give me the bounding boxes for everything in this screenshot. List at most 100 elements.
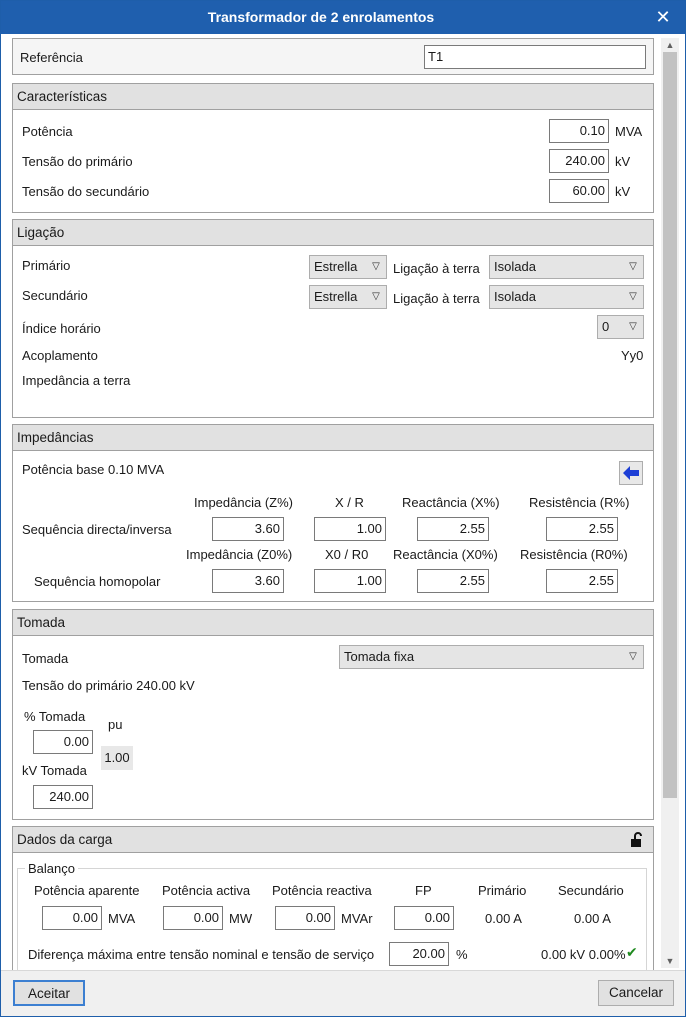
scroll-up-icon[interactable]: ▲ (661, 38, 679, 52)
accept-button[interactable]: Aceitar (13, 980, 85, 1006)
chevron-down-icon: ▽ (629, 261, 637, 272)
load-header[interactable]: Dados da carga (13, 827, 653, 853)
tap-percent-label: % Tomada (24, 709, 86, 724)
secondary-voltage-unit: kV (615, 184, 631, 199)
balance-label: Balanço (25, 861, 78, 876)
primary-connection-select[interactable]: Estrella ▽ (309, 255, 387, 279)
vertical-scrollbar[interactable]: ▲ ▼ (661, 38, 679, 968)
positive-xr-input[interactable]: 1.00 (314, 517, 386, 541)
reference-panel: Referência T1 (12, 38, 654, 75)
chevron-down-icon: ▽ (372, 291, 380, 302)
primary-label: Primário (22, 258, 71, 273)
zero-header-xr: X0 / R0 (325, 547, 369, 562)
reference-input[interactable]: T1 (424, 45, 646, 69)
tap-kv-label: kV Tomada (22, 763, 87, 778)
pos-header-r: Resistência (R%) (529, 495, 630, 510)
primary-voltage-input[interactable]: 240.00 (549, 149, 609, 173)
close-icon[interactable]: ✕ (651, 5, 675, 29)
max-diff-input[interactable]: 20.00 (389, 942, 449, 966)
tap-pu-value: 1.00 (101, 746, 133, 770)
zero-header-z: Impedância (Z0%) (186, 547, 293, 562)
active-power-unit: MW (229, 911, 253, 926)
chevron-down-icon: ▽ (629, 651, 637, 662)
secondary-current: 0.00 A (574, 911, 611, 926)
primary-connection-value: Estrella (314, 259, 358, 274)
chevron-down-icon: ▽ (629, 321, 637, 332)
secondary-label: Secundário (22, 288, 88, 303)
secondary-connection-value: Estrella (314, 289, 358, 304)
arrow-left-icon[interactable] (619, 461, 643, 485)
power-label: Potência (22, 124, 73, 139)
scroll-down-icon[interactable]: ▼ (661, 954, 679, 968)
secondary-connection-select[interactable]: Estrella ▽ (309, 285, 387, 309)
reactive-power-unit: MVAr (341, 911, 373, 926)
active-power-value: 0.00 (163, 906, 223, 930)
primary-ground-label: Ligação à terra (393, 261, 480, 276)
tap-percent-input[interactable]: 0.00 (33, 730, 93, 754)
positive-z-input[interactable]: 3.60 (212, 517, 284, 541)
checkmark-icon: ✔ (626, 944, 638, 960)
col-reactive: Potência reactiva (272, 883, 372, 898)
title-bar[interactable]: Transformador de 2 enrolamentos ✕ (1, 1, 685, 34)
scrollbar-thumb[interactable] (663, 52, 677, 798)
cancel-button[interactable]: Cancelar (598, 980, 674, 1006)
load-panel: Dados da carga Balanço Potência aparente… (12, 826, 654, 970)
primary-ground-value: Isolada (494, 259, 536, 274)
coupling-value: Yy0 (621, 348, 644, 363)
chevron-down-icon: ▽ (629, 291, 637, 302)
tap-label: Tomada (22, 651, 69, 666)
primary-current: 0.00 A (485, 911, 522, 926)
connection-panel: Ligação Primário Estrella ▽ Ligação à te… (12, 219, 654, 418)
pos-header-x: Reactância (X%) (402, 495, 500, 510)
zero-seq-label: Sequência homopolar (34, 574, 161, 589)
base-power-label: Potência base 0.10 MVA (22, 462, 165, 477)
tap-panel: Tomada Tomada Tomada fixa ▽ Tensão do pr… (12, 609, 654, 820)
chevron-down-icon: ▽ (372, 261, 380, 272)
impedances-panel: Impedâncias Potência base 0.10 MVA Imped… (12, 424, 654, 602)
primary-voltage-label: Tensão do primário (22, 154, 133, 169)
primary-voltage-unit: kV (615, 154, 631, 169)
unlock-icon[interactable] (629, 832, 645, 848)
reactive-power-value: 0.00 (275, 906, 335, 930)
characteristics-header[interactable]: Características (13, 84, 653, 110)
zero-x-input[interactable]: 2.55 (417, 569, 489, 593)
hour-index-value: 0 (602, 319, 610, 334)
zero-xr-input[interactable]: 1.00 (314, 569, 386, 593)
positive-seq-label: Sequência directa/inversa (22, 522, 172, 537)
tap-primary-voltage: Tensão do primário 240.00 kV (22, 678, 195, 693)
positive-r-input[interactable]: 2.55 (546, 517, 618, 541)
dialog-footer: Aceitar Cancelar (1, 970, 685, 1016)
power-unit: MVA (615, 124, 643, 139)
pos-header-z: Impedância (Z%) (194, 495, 293, 510)
secondary-ground-select[interactable]: Isolada ▽ (489, 285, 644, 309)
power-input[interactable]: 0.10 (549, 119, 609, 143)
zero-header-r: Resistência (R0%) (520, 547, 628, 562)
zero-z-input[interactable]: 3.60 (212, 569, 284, 593)
tap-select-value: Tomada fixa (344, 649, 415, 664)
secondary-ground-value: Isolada (494, 289, 536, 304)
col-fp: FP (415, 883, 432, 898)
secondary-voltage-label: Tensão do secundário (22, 184, 150, 199)
positive-x-input[interactable]: 2.55 (417, 517, 489, 541)
fp-value: 0.00 (394, 906, 454, 930)
zero-r-input[interactable]: 2.55 (546, 569, 618, 593)
hour-index-select[interactable]: 0 ▽ (597, 315, 644, 339)
col-secondary: Secundário (558, 883, 624, 898)
characteristics-panel: Características Potência 0.10 MVA Tensão… (12, 83, 654, 213)
primary-ground-select[interactable]: Isolada ▽ (489, 255, 644, 279)
tap-header[interactable]: Tomada (13, 610, 653, 636)
secondary-voltage-input[interactable]: 60.00 (549, 179, 609, 203)
max-diff-unit: % (456, 947, 468, 962)
col-active: Potência activa (162, 883, 251, 898)
tap-select[interactable]: Tomada fixa ▽ (339, 645, 644, 669)
dialog-window: Transformador de 2 enrolamentos ✕ Referê… (0, 0, 686, 1017)
coupling-label: Acoplamento (22, 348, 98, 363)
impedances-header[interactable]: Impedâncias (13, 425, 653, 451)
tap-kv-input[interactable]: 240.00 (33, 785, 93, 809)
dialog-content: Referência T1 Características Potência 0… (1, 34, 685, 970)
voltage-status: 0.00 kV 0.00% (541, 947, 626, 962)
tap-pu-label: pu (108, 717, 123, 732)
secondary-ground-label: Ligação à terra (393, 291, 480, 306)
connection-header[interactable]: Ligação (13, 220, 653, 246)
col-apparent: Potência aparente (34, 883, 140, 898)
